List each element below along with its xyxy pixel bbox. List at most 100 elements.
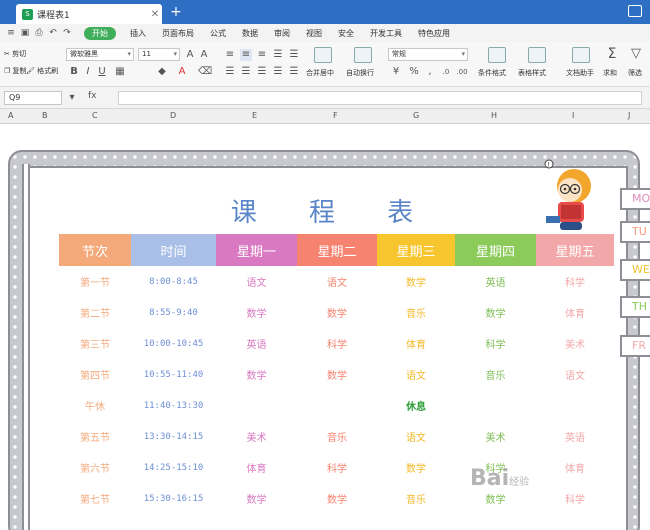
align-left-icon[interactable]: ☰ [224, 66, 236, 78]
subject-cell[interactable]: 音乐 [377, 483, 455, 514]
menu-insert[interactable]: 插入 [130, 28, 146, 39]
sum-button[interactable]: 求和 [603, 68, 617, 78]
header-wednesday[interactable]: 星期三 [377, 234, 455, 266]
header-period[interactable]: 节次 [59, 234, 131, 266]
subject-cell[interactable] [536, 390, 614, 421]
subject-cell[interactable]: 体育 [216, 452, 297, 483]
filter-icon[interactable]: ▽ [630, 47, 642, 60]
column-header[interactable]: H [491, 111, 497, 120]
subject-cell[interactable]: 美术 [536, 328, 614, 359]
merge-center-icon[interactable] [314, 47, 332, 63]
subject-cell[interactable]: 数学 [377, 452, 455, 483]
indent-icon[interactable]: ☰ [272, 49, 284, 61]
font-grow-icon[interactable]: A [184, 49, 196, 61]
period-cell[interactable]: 第三节 [59, 328, 131, 359]
fx-icon[interactable]: fx [88, 91, 97, 101]
period-cell[interactable]: 第五节 [59, 421, 131, 452]
header-tuesday[interactable]: 星期二 [297, 234, 377, 266]
subject-cell[interactable]: 科学 [455, 328, 536, 359]
period-cell[interactable]: 第一节 [59, 266, 131, 297]
period-cell[interactable]: 第二节 [59, 297, 131, 328]
new-tab-button[interactable]: + [168, 4, 184, 20]
subject-cell[interactable]: 英语 [455, 266, 536, 297]
undo-icon[interactable]: ↶ [46, 28, 60, 38]
subject-cell[interactable]: 休息 [377, 390, 455, 421]
period-cell[interactable]: 第七节 [59, 483, 131, 514]
subject-cell[interactable] [297, 390, 377, 421]
decrease-decimal-icon[interactable]: .00 [456, 66, 468, 78]
table-style-button[interactable]: 表格样式 [518, 68, 546, 78]
formula-input[interactable] [118, 91, 642, 105]
font-size-select[interactable]: 11 ▾ [138, 48, 180, 61]
clear-icon[interactable]: ⌫ [198, 66, 212, 78]
subject-cell[interactable]: 科学 [536, 266, 614, 297]
subject-cell[interactable]: 体育 [377, 328, 455, 359]
subject-cell[interactable]: 科学 [297, 452, 377, 483]
thousands-icon[interactable]: , [424, 66, 436, 78]
subject-cell[interactable]: 数学 [297, 297, 377, 328]
time-cell[interactable]: 10:55-11:40 [131, 359, 216, 390]
time-cell[interactable]: 15:30-16:15 [131, 483, 216, 514]
menu-developer[interactable]: 开发工具 [370, 28, 402, 39]
subject-cell[interactable]: 音乐 [455, 359, 536, 390]
subject-cell[interactable]: 语文 [216, 266, 297, 297]
column-header[interactable]: A [8, 111, 13, 120]
subject-cell[interactable]: 音乐 [297, 421, 377, 452]
window-mode-icon[interactable] [628, 5, 642, 17]
redo-icon[interactable]: ↷ [60, 28, 74, 38]
save-icon[interactable]: ▣ [18, 28, 32, 38]
time-cell[interactable]: 13:30-14:15 [131, 421, 216, 452]
header-thursday[interactable]: 星期四 [455, 234, 536, 266]
header-monday[interactable]: 星期一 [216, 234, 297, 266]
increase-decimal-icon[interactable]: .0 [440, 66, 452, 78]
subject-cell[interactable]: 数学 [377, 266, 455, 297]
sheet-area[interactable]: 课 程 表 ! 节次 时间 星期一 星期二 星期三 星期四 星期五 第一节 8:0… [0, 124, 650, 530]
column-header[interactable]: J [628, 111, 630, 120]
subject-cell[interactable] [455, 390, 536, 421]
copy-button[interactable]: ❐ 复制 [4, 66, 27, 76]
currency-icon[interactable]: ¥ [390, 66, 402, 78]
bold-icon[interactable]: B [68, 66, 80, 78]
subject-cell[interactable]: 语文 [297, 266, 377, 297]
font-color-icon[interactable]: A [176, 66, 188, 78]
time-cell[interactable]: 14:25-15:10 [131, 452, 216, 483]
subject-cell[interactable]: 英语 [536, 421, 614, 452]
menu-page-layout[interactable]: 页面布局 [162, 28, 194, 39]
column-header[interactable]: E [252, 111, 257, 120]
subject-cell[interactable]: 数学 [216, 297, 297, 328]
subject-cell[interactable]: 体育 [536, 297, 614, 328]
doc-helper-button[interactable]: 文档助手 [566, 68, 594, 78]
justify-icon[interactable]: ☰ [272, 66, 284, 78]
fill-color-icon[interactable]: ◆ [156, 66, 168, 78]
doc-helper-icon[interactable] [572, 47, 590, 63]
sum-icon[interactable]: Σ [606, 47, 618, 61]
align-middle-icon[interactable]: ≡ [240, 49, 252, 61]
align-right-icon[interactable]: ☰ [256, 66, 268, 78]
subject-cell[interactable]: 音乐 [377, 297, 455, 328]
menu-review[interactable]: 审阅 [274, 28, 290, 39]
name-box[interactable]: Q9 [4, 91, 62, 105]
merge-center-button[interactable]: 合并居中 [306, 68, 334, 78]
align-bottom-icon[interactable]: ≡ [256, 49, 268, 61]
font-name-select[interactable]: 微软雅黑 ▾ [66, 48, 134, 61]
filter-button[interactable]: 筛选 [628, 68, 642, 78]
align-top-icon[interactable]: ≡ [224, 49, 236, 61]
header-friday[interactable]: 星期五 [536, 234, 614, 266]
column-header[interactable]: I [572, 111, 574, 120]
wrap-text-icon[interactable] [354, 47, 372, 63]
wrap-text-button[interactable]: 自动换行 [346, 68, 374, 78]
conditional-format-icon[interactable] [488, 47, 506, 63]
format-painter-button[interactable]: 🖌 格式刷 [26, 66, 58, 76]
time-cell[interactable]: 8:55-9:40 [131, 297, 216, 328]
italic-icon[interactable]: I [82, 66, 94, 78]
header-time[interactable]: 时间 [131, 234, 216, 266]
column-header[interactable]: B [42, 111, 48, 120]
column-header[interactable]: F [333, 111, 338, 120]
period-cell[interactable]: 第六节 [59, 452, 131, 483]
time-cell[interactable]: 10:00-10:45 [131, 328, 216, 359]
menu-security[interactable]: 安全 [338, 28, 354, 39]
subject-cell[interactable]: 语文 [377, 421, 455, 452]
conditional-format-button[interactable]: 条件格式 [478, 68, 506, 78]
subject-cell[interactable]: 美术 [455, 421, 536, 452]
subject-cell[interactable]: 体育 [536, 452, 614, 483]
